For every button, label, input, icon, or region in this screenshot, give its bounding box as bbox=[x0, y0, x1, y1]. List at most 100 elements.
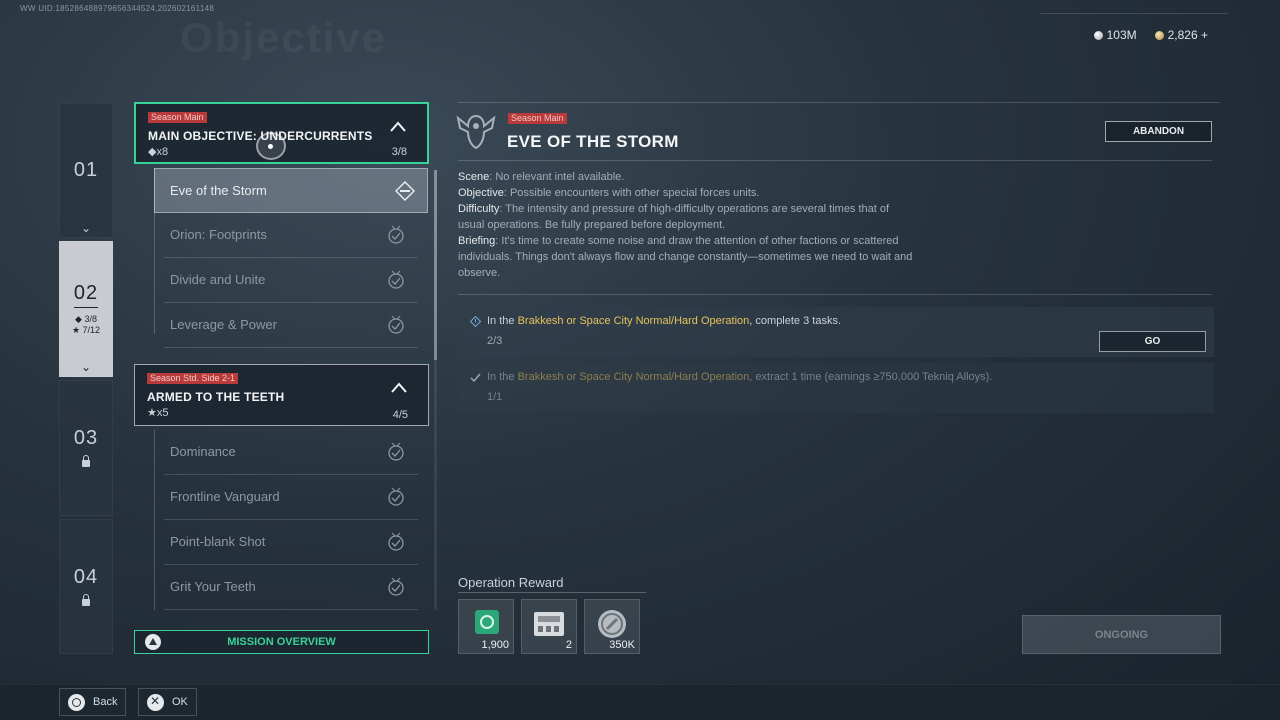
eagle-emblem-icon bbox=[456, 114, 496, 150]
controller-cursor bbox=[256, 132, 286, 160]
mission-description: Scene: No relevant intel available. Obje… bbox=[458, 169, 918, 281]
objective-pre: In the bbox=[487, 315, 518, 327]
detail-title-divider bbox=[458, 160, 1212, 161]
chapter-number: 03 bbox=[73, 427, 99, 449]
medal-check-icon bbox=[388, 442, 404, 461]
mission-title: ARMED TO THE TEETH bbox=[147, 390, 285, 404]
task-label: Divide and Unite bbox=[170, 272, 266, 287]
mission-overview-button[interactable]: MISSION OVERVIEW bbox=[134, 630, 429, 654]
circle-button-icon bbox=[68, 693, 85, 711]
chapter-tab-02[interactable]: 02 ◆ 3/8 ★ 7/12 ⌄ bbox=[59, 241, 113, 377]
chapter-tab-04[interactable]: 04 bbox=[59, 519, 113, 654]
reward-item-3[interactable]: 350K bbox=[584, 599, 640, 654]
task-grit-your-teeth[interactable]: Grit Your Teeth bbox=[164, 565, 418, 610]
chevron-down-icon: ⌄ bbox=[80, 221, 92, 235]
task-leverage-power[interactable]: Leverage & Power bbox=[164, 303, 418, 348]
reward-item-1[interactable]: 1,900 bbox=[458, 599, 514, 654]
chevron-up-icon[interactable] bbox=[389, 118, 407, 136]
objective-pre: In the bbox=[487, 371, 518, 383]
chevron-up-icon[interactable] bbox=[390, 379, 408, 397]
chapter-number: 01 bbox=[73, 159, 99, 181]
scene-label: Scene bbox=[458, 171, 490, 183]
detail-title: EVE OF THE STORM bbox=[507, 132, 679, 151]
mission-list-scrollbar[interactable] bbox=[434, 170, 437, 610]
go-button[interactable]: GO bbox=[1099, 331, 1206, 352]
task-label: Frontline Vanguard bbox=[170, 489, 280, 504]
task-divide-and-unite[interactable]: Divide and Unite bbox=[164, 258, 418, 303]
mission-reward: ★x5 bbox=[147, 407, 169, 419]
triangle-button-icon bbox=[145, 634, 161, 650]
medal-check-icon bbox=[388, 315, 404, 334]
check-icon bbox=[470, 373, 481, 383]
medal-check-icon bbox=[388, 270, 404, 289]
task-orion-footprints[interactable]: Orion: Footprints bbox=[164, 213, 418, 258]
chapter-tab-03[interactable]: 03 bbox=[59, 380, 113, 516]
chapter-number: 04 bbox=[73, 566, 99, 588]
target-diamond-icon bbox=[395, 181, 415, 201]
back-label: Back bbox=[93, 696, 118, 708]
mission-tag: Season Std. Side 2-1 bbox=[147, 373, 239, 384]
gold-coin-icon bbox=[1154, 30, 1164, 40]
objective-row-2: In the Brakkesh or Space City Normal/Har… bbox=[458, 363, 1214, 413]
tree-line bbox=[154, 430, 155, 610]
briefing-label: Briefing bbox=[458, 235, 496, 247]
detail-tag: Season Main bbox=[508, 113, 567, 124]
task-frontline-vanguard[interactable]: Frontline Vanguard bbox=[164, 475, 418, 520]
task-label: Eve of the Storm bbox=[170, 183, 267, 198]
lock-icon bbox=[82, 594, 90, 606]
medal-check-icon bbox=[388, 487, 404, 506]
reward-divider bbox=[458, 592, 646, 593]
ok-button[interactable]: OK bbox=[138, 688, 197, 716]
chapter-number: 02 bbox=[73, 282, 99, 308]
scrollbar-thumb[interactable] bbox=[434, 170, 437, 360]
objective-location: Brakkesh or Space City Normal/Hard Opera… bbox=[517, 315, 750, 327]
briefing-text: : It's time to create some noise and dra… bbox=[458, 235, 913, 279]
mission-progress: 3/8 bbox=[391, 146, 407, 158]
ok-label: OK bbox=[172, 696, 188, 708]
task-label: Grit Your Teeth bbox=[170, 579, 256, 594]
currency-bar: 103M 2,826 + bbox=[1093, 28, 1208, 42]
task-label: Leverage & Power bbox=[170, 317, 277, 332]
ongoing-button: ONGOING bbox=[1022, 615, 1221, 654]
objective-label: Objective bbox=[458, 187, 504, 199]
mission-header-armed-to-the-teeth[interactable]: Season Std. Side 2-1 ARMED TO THE TEETH … bbox=[134, 364, 429, 426]
reward-quantity: 2 bbox=[565, 639, 572, 651]
chapter-diamond-progress: ◆ 3/8 bbox=[75, 314, 97, 324]
operation-reward-label: Operation Reward bbox=[458, 575, 564, 590]
mission-tag: Season Main bbox=[148, 112, 207, 123]
gold-amount: 2,826 + bbox=[1167, 28, 1208, 42]
objective-post: , complete 3 tasks. bbox=[749, 315, 842, 327]
difficulty-text: : The intensity and pressure of high-dif… bbox=[458, 203, 890, 231]
lock-icon bbox=[82, 455, 90, 467]
info-diamond-icon bbox=[470, 316, 481, 327]
task-label: Dominance bbox=[170, 444, 236, 459]
objective-count: 1/1 bbox=[487, 391, 503, 403]
cross-button-icon bbox=[147, 693, 164, 711]
task-label: Point-blank Shot bbox=[170, 534, 266, 549]
mission-list[interactable]: Season Main MAIN OBJECTIVE: UNDERCURRENT… bbox=[134, 102, 430, 610]
medal-check-icon bbox=[388, 577, 404, 596]
task-eve-of-the-storm[interactable]: Eve of the Storm bbox=[154, 168, 428, 213]
abandon-button[interactable]: ABANDON bbox=[1105, 121, 1212, 142]
medal-check-icon bbox=[388, 532, 404, 551]
medal-check-icon bbox=[388, 225, 404, 244]
silver-amount: 103M bbox=[1106, 28, 1137, 42]
detail-top-divider bbox=[458, 102, 1220, 103]
silver-coin-icon bbox=[1093, 30, 1103, 40]
objective-post: , extract 1 time (earnings ≥750,000 Tekn… bbox=[749, 371, 993, 383]
back-button[interactable]: Back bbox=[59, 688, 127, 716]
objective-location: Brakkesh or Space City Normal/Hard Opera… bbox=[517, 371, 750, 383]
task-point-blank-shot[interactable]: Point-blank Shot bbox=[164, 520, 418, 565]
background-title: Objective bbox=[180, 14, 388, 61]
scene-text: : No relevant intel available. bbox=[489, 171, 625, 183]
mission-overview-label: MISSION OVERVIEW bbox=[227, 636, 336, 648]
chapter-tab-01[interactable]: 01 ⌄ bbox=[59, 103, 113, 238]
chapter-star-progress: ★ 7/12 bbox=[71, 325, 101, 335]
task-label: Orion: Footprints bbox=[170, 227, 267, 242]
chevron-down-icon: ⌄ bbox=[80, 360, 92, 374]
top-divider bbox=[1040, 13, 1228, 14]
task-dominance[interactable]: Dominance bbox=[164, 430, 418, 475]
uid-label: WW UID:185286488979656344524,20260216114… bbox=[20, 4, 215, 13]
mission-progress: 4/5 bbox=[392, 409, 408, 421]
reward-item-2[interactable]: 2 bbox=[521, 599, 577, 654]
